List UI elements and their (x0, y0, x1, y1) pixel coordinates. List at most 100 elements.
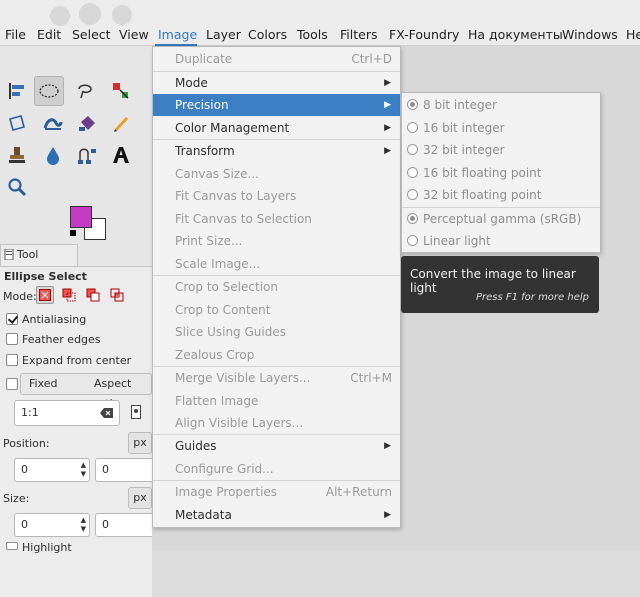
mode-label: Mode: (3, 290, 37, 303)
menu-view[interactable]: View (119, 27, 149, 42)
clone-stamp-icon[interactable] (2, 140, 32, 170)
precision-item-label: 16 bit integer (423, 121, 505, 135)
submenu-arrow-icon: ▶ (384, 441, 391, 451)
align-icon[interactable] (2, 76, 32, 106)
menu-item-color-management[interactable]: Color Management ▶ (153, 117, 400, 139)
default-colors-icon[interactable] (70, 230, 76, 236)
menu-item-fit-canvas-to-selection[interactable]: Fit Canvas to Selection (153, 208, 400, 230)
menu-item-transform[interactable]: Transform ▶ (153, 140, 400, 162)
fixed-aspect-combo[interactable]: Fixed Aspect ratio (20, 373, 152, 410)
antialiasing-checkbox[interactable] (6, 313, 18, 325)
menu-tools[interactable]: Tools (297, 27, 328, 42)
tooltip-help: Press F1 for more help (475, 292, 589, 303)
fg-bg-color-selector[interactable] (70, 206, 106, 240)
position-x-value: 0 (21, 463, 28, 476)
menu-item-label: Align Visible Layers... (175, 416, 304, 430)
tool-options-title: Ellipse Select (4, 270, 87, 283)
menu-item-slice-using-guides[interactable]: Slice Using Guides (153, 321, 400, 343)
size-unit-button[interactable]: px (128, 487, 152, 509)
menu-item-label: Fit Canvas to Selection (175, 212, 312, 226)
menu-item-merge-visible-layers[interactable]: Merge Visible Layers... Ctrl+M (153, 367, 400, 389)
menu-item-flatten-image[interactable]: Flatten Image (153, 390, 400, 412)
menu-item-guides[interactable]: Guides ▶ (153, 435, 400, 457)
menu-layer[interactable]: Layer (206, 27, 241, 42)
menu-item-duplicate[interactable]: Duplicate Ctrl+D (153, 48, 400, 70)
clear-field-icon[interactable] (100, 408, 113, 418)
expand-from-center-checkbox[interactable] (6, 354, 18, 366)
menu-item-align-visible-layers[interactable]: Align Visible Layers... (153, 412, 400, 434)
perspective-icon[interactable] (2, 108, 32, 138)
path-icon[interactable] (72, 140, 102, 170)
menu-item-label: Mode (175, 76, 208, 90)
position-x-spin-icon[interactable]: ▲ ▼ (81, 461, 86, 479)
tool-options-tab-icon (4, 249, 14, 260)
precision-16bit-float[interactable]: 16 bit floating point (402, 162, 600, 184)
menu-item-crop-to-content[interactable]: Crop to Content (153, 299, 400, 321)
ellipse-select-icon[interactable] (34, 76, 64, 106)
gimp-logo-watermark-icon (50, 3, 132, 26)
menu-edit[interactable]: Edit (37, 27, 61, 42)
lasso-icon[interactable] (70, 76, 100, 106)
menu-item-crop-to-selection[interactable]: Crop to Selection (153, 276, 400, 298)
foreground-color-swatch[interactable] (70, 206, 92, 228)
menu-item-zealous-crop[interactable]: Zealous Crop (153, 344, 400, 366)
menu-item-label: Zealous Crop (175, 348, 255, 362)
menu-item-metadata[interactable]: Metadata ▶ (153, 504, 400, 526)
precision-submenu: 8 bit integer 16 bit integer 32 bit inte… (401, 92, 601, 253)
size-label: Size: (3, 492, 30, 505)
size-width-spin-icon[interactable]: ▲ ▼ (81, 516, 86, 534)
menu-fx-foundry[interactable]: FX-Foundry (389, 27, 459, 42)
warp-icon[interactable] (38, 108, 68, 138)
mode-replace-button[interactable] (36, 286, 54, 304)
menu-item-fit-canvas-to-layers[interactable]: Fit Canvas to Layers (153, 185, 400, 207)
ratio-input[interactable]: 1:1 (14, 400, 120, 426)
menu-item-scale-image[interactable]: Scale Image... (153, 253, 400, 275)
menu-help[interactable]: He (626, 27, 640, 42)
menu-item-label: Crop to Content (175, 303, 271, 317)
precision-8bit-integer[interactable]: 8 bit integer (402, 94, 600, 116)
menu-colors[interactable]: Colors (248, 27, 287, 42)
menu-item-canvas-size[interactable]: Canvas Size... (153, 163, 400, 185)
precision-linear-light[interactable]: Linear light (402, 230, 600, 252)
menu-windows[interactable]: Windows (562, 27, 618, 42)
position-y-input[interactable]: 0 (95, 458, 155, 482)
position-x-input[interactable]: 0 ▲ ▼ (14, 458, 90, 482)
menu-item-mode[interactable]: Mode ▶ (153, 72, 400, 94)
precision-32bit-float[interactable]: 32 bit floating point (402, 184, 600, 206)
size-height-input[interactable]: 0 (95, 513, 155, 537)
precision-32bit-integer[interactable]: 32 bit integer (402, 139, 600, 161)
menu-file[interactable]: File (5, 27, 26, 42)
size-width-input[interactable]: 0 ▲ ▼ (14, 513, 90, 537)
mode-intersect-button[interactable] (108, 286, 126, 304)
highlight-label: Highlight (22, 541, 72, 554)
menu-item-configure-grid[interactable]: Configure Grid... (153, 458, 400, 480)
menu-select[interactable]: Select (72, 27, 111, 42)
menu-item-label: Color Management (175, 121, 290, 135)
menu-filters[interactable]: Filters (340, 27, 377, 42)
feather-edges-checkbox[interactable] (6, 333, 18, 345)
mode-add-button[interactable] (60, 286, 78, 304)
menu-item-precision[interactable]: Precision ▶ (153, 94, 400, 116)
paint-bucket-icon[interactable] (72, 108, 102, 138)
highlight-checkbox[interactable] (6, 542, 18, 550)
fixed-checkbox[interactable] (6, 378, 18, 390)
pencil-icon[interactable] (106, 108, 136, 138)
precision-perceptual-gamma[interactable]: Perceptual gamma (sRGB) (402, 208, 600, 230)
mode-subtract-button[interactable] (84, 286, 102, 304)
position-unit-button[interactable]: px (128, 432, 152, 454)
tooltip-text: Convert the image to linear light (410, 267, 576, 295)
fuzzy-select-icon[interactable] (106, 76, 136, 106)
menu-documents[interactable]: На документы (468, 27, 563, 42)
precision-16bit-integer[interactable]: 16 bit integer (402, 117, 600, 139)
menu-item-print-size[interactable]: Print Size... (153, 230, 400, 252)
menu-item-label: Merge Visible Layers... (175, 371, 311, 385)
zoom-icon[interactable] (2, 172, 32, 202)
tab-tool-options[interactable]: Tool Options (0, 244, 78, 281)
menu-item-image-properties[interactable]: Image Properties Alt+Return (153, 481, 400, 503)
precision-item-label: Perceptual gamma (sRGB) (423, 212, 582, 226)
portrait-landscape-icon[interactable] (126, 402, 146, 422)
text-icon[interactable] (106, 140, 136, 170)
menu-item-label: Image Properties (175, 485, 278, 499)
menu-image[interactable]: Image (158, 27, 197, 42)
smudge-icon[interactable] (38, 140, 68, 170)
